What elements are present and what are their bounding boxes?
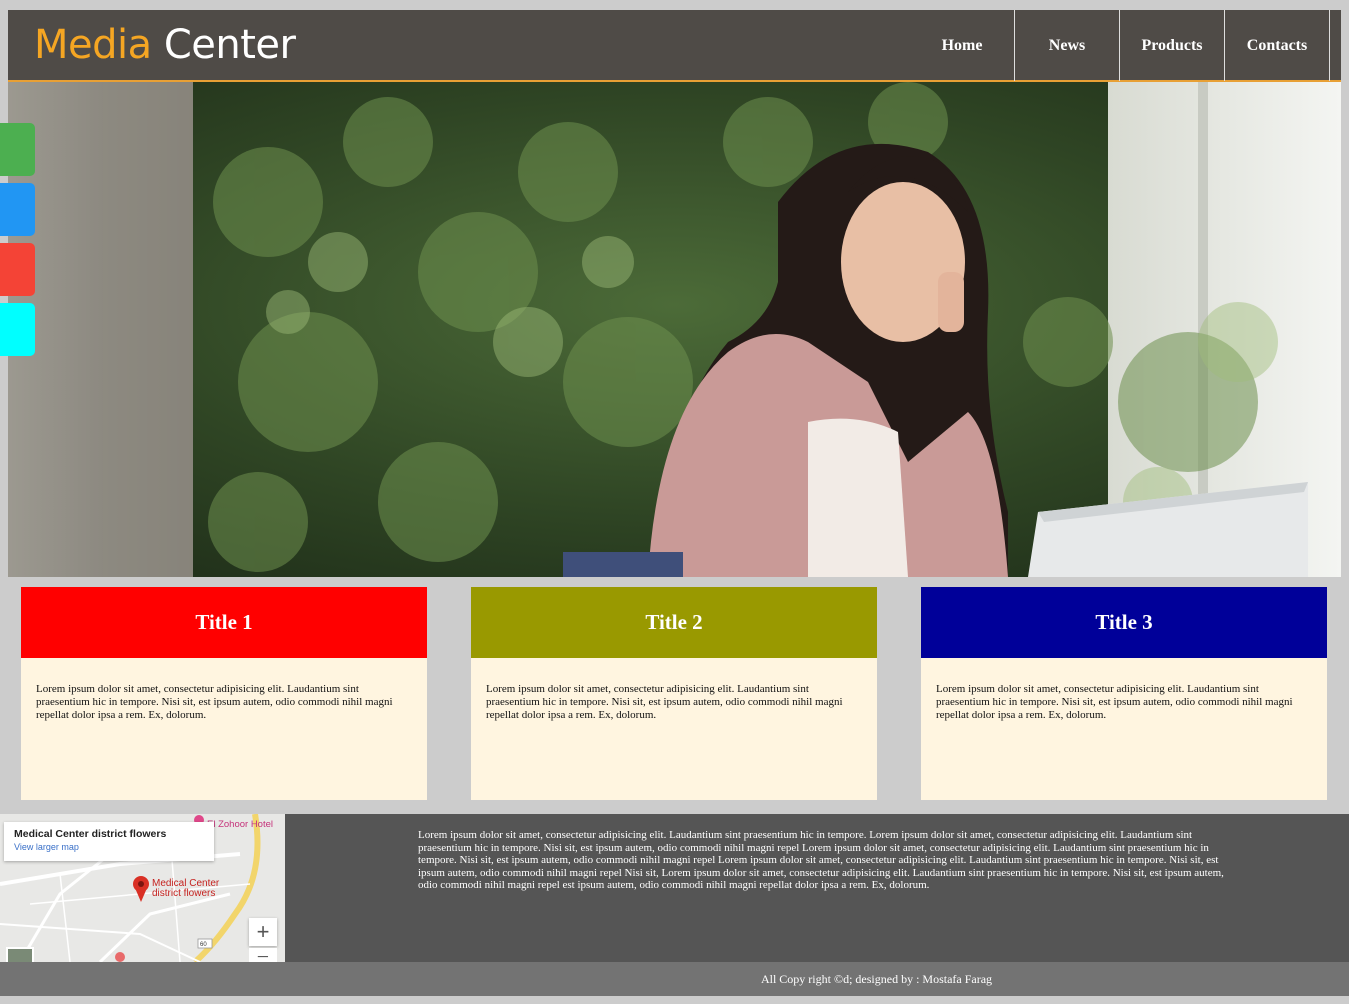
side-tab-green[interactable]	[0, 123, 35, 176]
nav-products[interactable]: Products	[1120, 10, 1225, 81]
card-text: Lorem ipsum dolor sit amet, consectetur …	[936, 683, 1293, 721]
nav-contacts[interactable]: Contacts	[1225, 10, 1330, 81]
zoom-in-button[interactable]: +	[249, 918, 277, 946]
card-text: Lorem ipsum dolor sit amet, consectetur …	[36, 683, 393, 721]
map-title: Medical Center district flowers	[14, 828, 167, 840]
card-3: Title 3 Lorem ipsum dolor sit amet, cons…	[921, 587, 1327, 800]
copyright-text: All Copy right ©d; designed by : Mostafa…	[760, 972, 993, 986]
card-title: Title 2	[471, 587, 877, 658]
logo-center: Center	[163, 22, 296, 68]
map-satellite-thumbnail[interactable]	[6, 947, 34, 962]
nav-news[interactable]: News	[1015, 10, 1120, 81]
svg-text:60: 60	[200, 942, 207, 948]
card-title: Title 3	[921, 587, 1327, 658]
map-info-card: Medical Center district flowers View lar…	[4, 822, 214, 861]
side-tab-red[interactable]	[0, 243, 35, 296]
card-1: Title 1 Lorem ipsum dolor sit amet, cons…	[21, 587, 427, 800]
card-2: Title 2 Lorem ipsum dolor sit amet, cons…	[471, 587, 877, 800]
site-footer: All Copy right ©d; designed by : Mostafa…	[0, 962, 1349, 996]
view-larger-map-link[interactable]: View larger map	[14, 842, 204, 852]
hero-image	[8, 82, 1341, 577]
side-tab-cyan[interactable]	[0, 303, 35, 356]
site-logo[interactable]: Media Center	[34, 20, 296, 70]
embedded-map[interactable]: 60 El Zohoor Hotel Medical Center distri…	[0, 814, 285, 962]
bottom-paragraph: Lorem ipsum dolor sit amet, consectetur …	[418, 829, 1224, 892]
map-place-label: Medical Center district flowers	[152, 878, 220, 899]
side-tab-blue[interactable]	[0, 183, 35, 236]
site-header: Media Center Home News Products Contacts	[8, 10, 1341, 82]
bottom-section: 60 El Zohoor Hotel Medical Center distri…	[0, 814, 1349, 962]
zoom-out-button[interactable]: −	[249, 946, 277, 962]
logo-media: Media	[34, 22, 152, 68]
card-text: Lorem ipsum dolor sit amet, consectetur …	[486, 683, 843, 721]
main-nav: Home News Products Contacts	[910, 10, 1330, 81]
hero-photo	[8, 82, 1341, 577]
card-title: Title 1	[21, 587, 427, 658]
nav-home[interactable]: Home	[910, 10, 1015, 81]
map-hotel-label: El Zohoor Hotel	[207, 819, 274, 830]
